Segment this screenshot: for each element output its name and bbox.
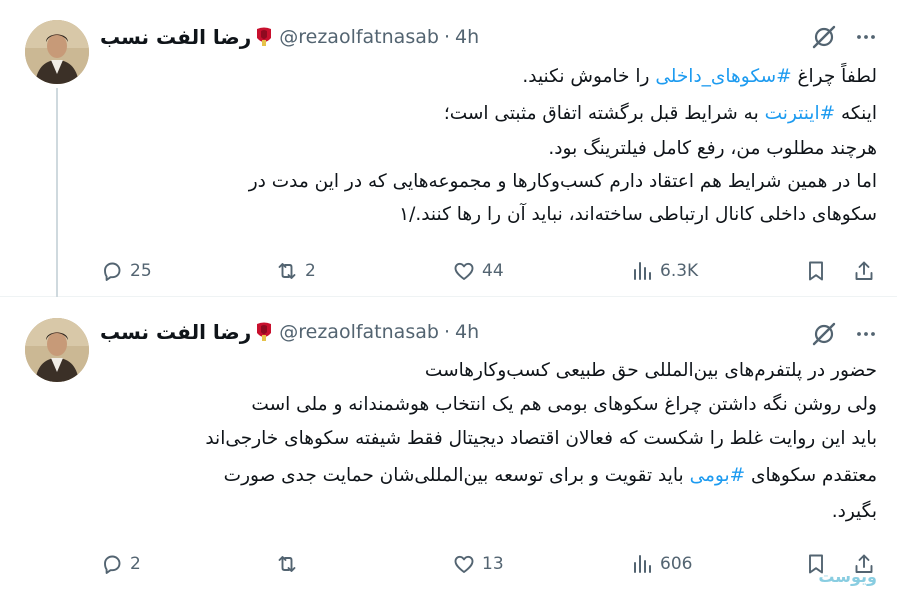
view-count: 606 xyxy=(660,554,693,574)
tweet-line: حضور در پلتفرم‌های بین‌المللی حق طبیعی ک… xyxy=(424,360,877,381)
tweet-line: سکوهای داخلی کانال ارتباطی ساخته‌اند، نب… xyxy=(399,204,877,225)
tweet-line: اما در همین شرایط هم اعتقاد دارم کسب‌وکا… xyxy=(248,171,877,192)
tweet-line: معتقدم سکوهای #بومی باید تقویت و برای تو… xyxy=(223,465,877,486)
separator-dot: · xyxy=(443,26,450,48)
avatar-photo xyxy=(25,20,89,84)
views-button[interactable]: 606 xyxy=(630,549,692,579)
views-icon xyxy=(634,555,651,573)
tweet-top-actions xyxy=(811,321,877,347)
reply-button[interactable]: 25 xyxy=(100,256,152,286)
like-button[interactable]: 44 xyxy=(452,256,504,286)
user-handle[interactable]: @rezaolfatnasab xyxy=(279,26,439,48)
repost-count: 2 xyxy=(305,261,316,281)
share-icon xyxy=(855,261,873,280)
timestamp[interactable]: 4h xyxy=(455,26,479,48)
like-count: 44 xyxy=(482,261,504,281)
thread-connector xyxy=(56,88,58,297)
more-icon[interactable] xyxy=(855,26,877,48)
repost-icon xyxy=(278,263,296,279)
tweet-top-actions xyxy=(811,24,877,50)
tweet-1[interactable]: رضا الفت نسب @rezaolfatnasab · 4h لطفاً … xyxy=(0,0,897,297)
hashtag-link[interactable]: #بومی xyxy=(690,465,746,486)
like-count: 13 xyxy=(482,554,504,574)
view-count: 6.3K xyxy=(660,261,699,281)
tweet-line: باید این روایت غلط را شکست که فعالان اقت… xyxy=(205,428,877,449)
tweet-line: بگیرد. xyxy=(831,501,877,522)
watermark-logo: ویوست xyxy=(818,567,877,586)
tweet-actions: 25 2 44 6.3K xyxy=(100,256,880,286)
views-icon xyxy=(634,262,651,280)
reply-icon xyxy=(104,555,121,574)
bookmark-icon xyxy=(809,261,823,281)
display-name[interactable]: رضا الفت نسب xyxy=(100,320,251,344)
red-ribbon-icon xyxy=(257,27,272,46)
bookmark-button[interactable] xyxy=(804,256,828,286)
grok-icon[interactable] xyxy=(811,321,837,347)
tweet-line: اینکه #اینترنت به شرایط قبل برگشته اتفاق… xyxy=(443,103,877,124)
tweet-text: لطفاً چراغ #سکوهای_داخلی را خاموش نکنید.… xyxy=(100,60,877,232)
avatar-photo xyxy=(25,318,89,382)
like-button[interactable]: 13 xyxy=(452,549,504,579)
tweet-line: لطفاً چراغ #سکوهای_داخلی را خاموش نکنید. xyxy=(522,66,877,87)
share-button[interactable] xyxy=(852,256,876,286)
reply-count: 25 xyxy=(130,261,152,281)
tweet-2[interactable]: رضا الفت نسب @rezaolfatnasab · 4h حضور د… xyxy=(0,297,897,604)
more-icon[interactable] xyxy=(855,323,877,345)
repost-icon xyxy=(278,556,296,572)
tweet-text: حضور در پلتفرم‌های بین‌المللی حق طبیعی ک… xyxy=(100,354,877,528)
reply-button[interactable]: 2 xyxy=(100,549,141,579)
tweet-header: رضا الفت نسب @rezaolfatnasab · 4h xyxy=(100,22,479,52)
repost-button[interactable]: 2 xyxy=(275,256,316,286)
user-handle[interactable]: @rezaolfatnasab xyxy=(279,321,439,343)
hashtag-link[interactable]: #سکوهای_داخلی xyxy=(655,66,791,87)
tweet-header: رضا الفت نسب @rezaolfatnasab · 4h xyxy=(100,317,479,347)
heart-icon xyxy=(454,555,474,573)
tweet-line: ولی روشن نگه داشتن چراغ سکوهای بومی هم ی… xyxy=(251,394,877,415)
avatar[interactable] xyxy=(25,20,89,84)
repost-button[interactable] xyxy=(275,549,305,579)
separator-dot: · xyxy=(443,321,450,343)
display-name[interactable]: رضا الفت نسب xyxy=(100,25,251,49)
tweet-line: هرچند مطلوب من، رفع کامل فیلترینگ بود. xyxy=(548,138,877,159)
reply-icon xyxy=(104,262,121,281)
reply-count: 2 xyxy=(130,554,141,574)
heart-icon xyxy=(454,262,474,280)
views-button[interactable]: 6.3K xyxy=(630,256,698,286)
tweet-actions: 2 13 606 xyxy=(100,549,880,579)
red-ribbon-icon xyxy=(257,322,272,341)
grok-icon[interactable] xyxy=(811,24,837,50)
hashtag-link[interactable]: #اینترنت xyxy=(765,103,835,124)
timestamp[interactable]: 4h xyxy=(455,321,479,343)
avatar[interactable] xyxy=(25,318,89,382)
